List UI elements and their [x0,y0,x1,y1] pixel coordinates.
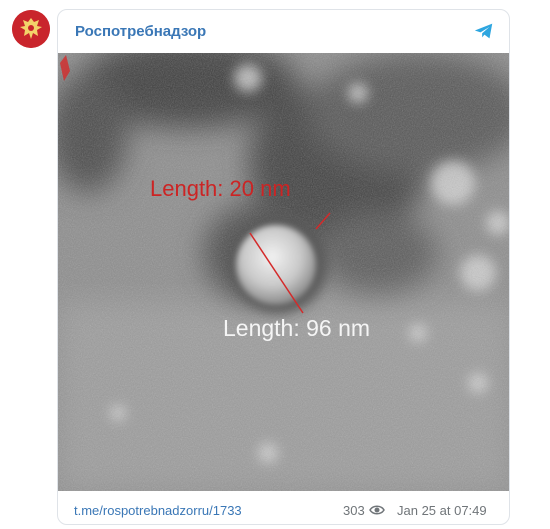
measure-label-small: Length: 20 nm [150,176,291,201]
channel-name[interactable]: Роспотребнадзор [75,23,206,40]
post-image[interactable]: Length: 20 nm Length: 96 nm [58,53,509,491]
post-date: Jan 25 at 07:49 [397,503,487,518]
post-link[interactable]: t.me/rospotrebnadzorru/1733 [74,503,242,518]
eye-icon [369,505,385,515]
eagle-emblem-icon [12,10,50,48]
post-footer: t.me/rospotrebnadzorru/1733 303 Jan 25 a… [58,492,509,524]
view-count: 303 [343,503,365,518]
post-card: Роспотребнадзор Length: 20 nm Length: 96… [57,9,510,525]
telegram-icon[interactable] [473,20,495,42]
measure-label-large: Length: 96 nm [223,315,370,341]
post-header: Роспотребнадзор [58,10,509,52]
channel-avatar[interactable] [12,10,50,48]
